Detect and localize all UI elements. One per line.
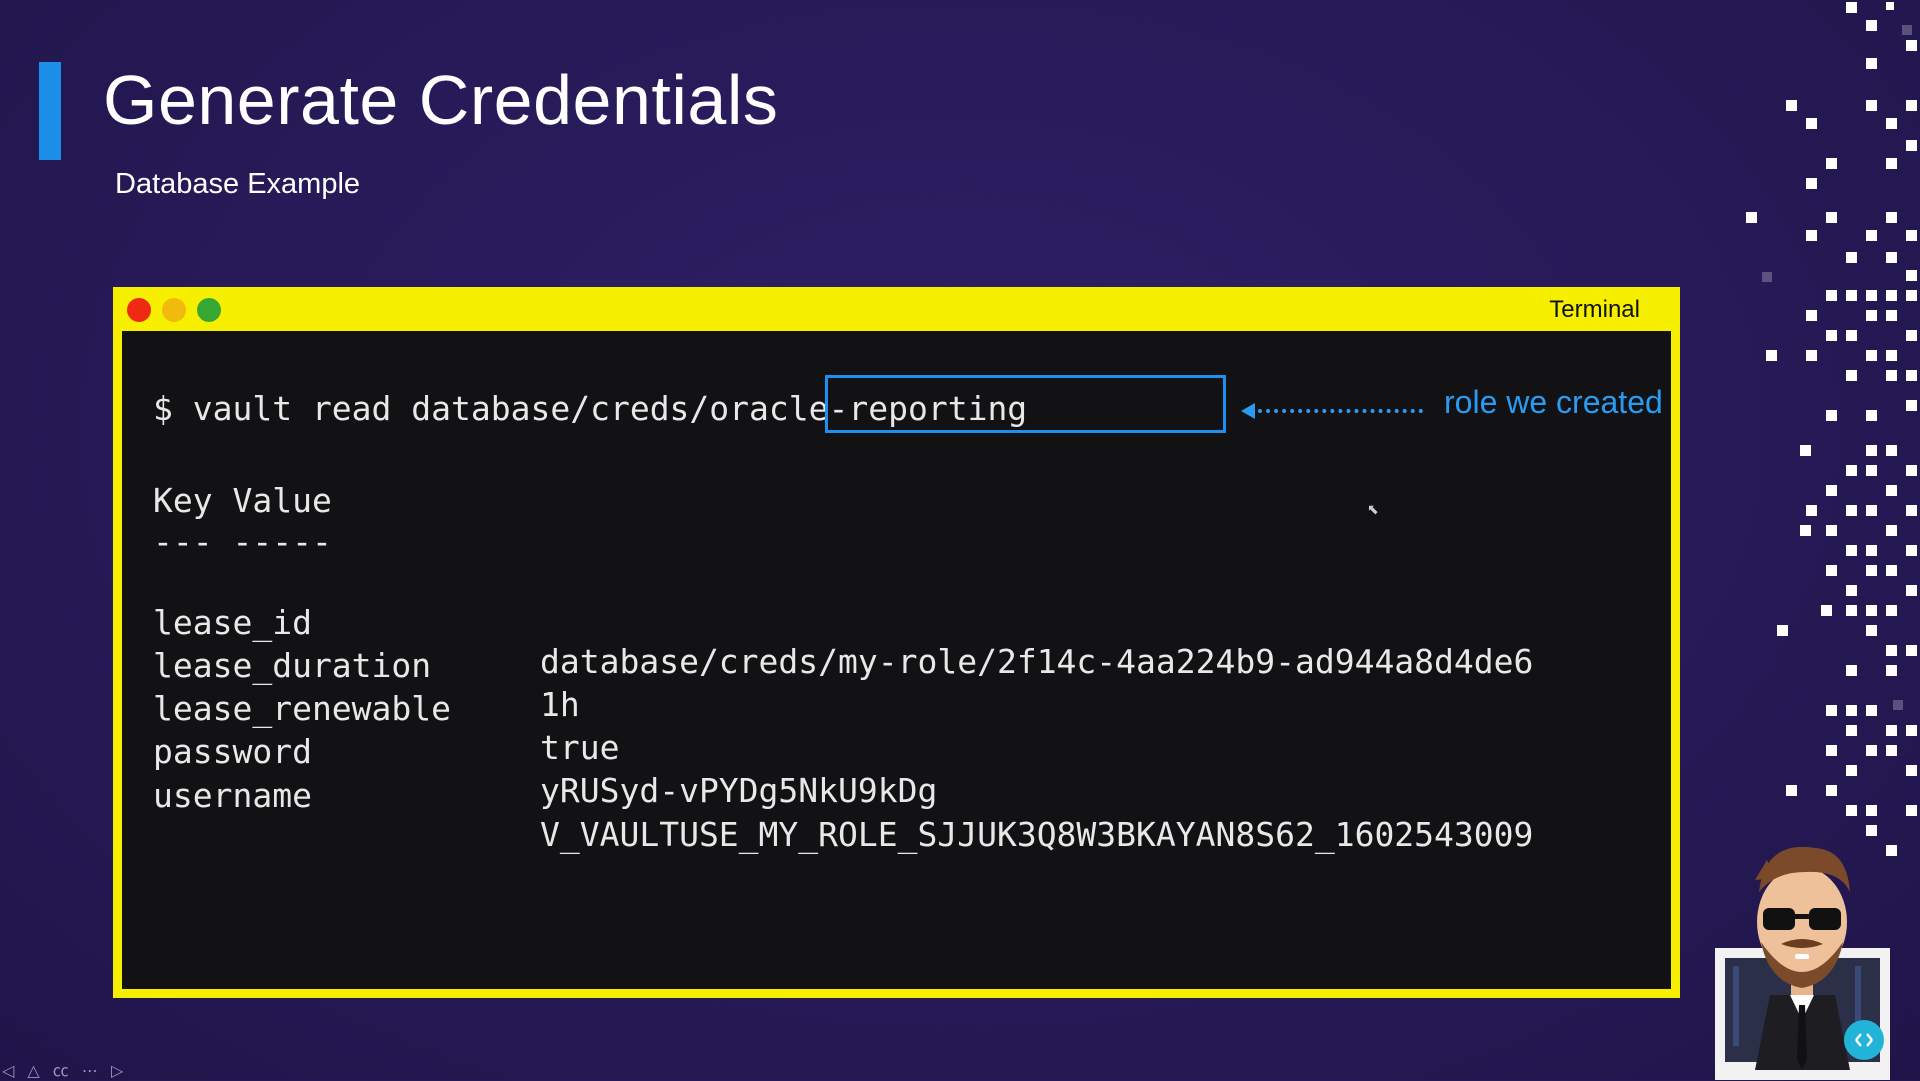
arrow-left-icon xyxy=(1241,403,1255,419)
terminal-body[interactable]: $ vault read database/creds/oracle-repor… xyxy=(122,331,1671,989)
kv-header: Key Value xyxy=(153,481,332,520)
kv-value: V_VAULTUSE_MY_ROLE_SJJUK3Q8W3BKAYAN8S62_… xyxy=(540,815,1534,854)
close-dot-icon[interactable] xyxy=(127,298,151,322)
terminal-title: Terminal xyxy=(1549,296,1640,323)
kv-value: database/creds/my-role/2f14c-4aa224b9-ad… xyxy=(540,642,1534,681)
page-title: Generate Credentials xyxy=(103,61,779,139)
kv-key: username xyxy=(153,776,312,815)
command-prefix: $ vault read database/creds/ xyxy=(153,389,710,428)
kv-value: true xyxy=(540,728,620,767)
presenter-avatar xyxy=(1715,846,1890,1080)
annotation-dotted-line xyxy=(1258,409,1423,413)
annotation-label: role we created xyxy=(1444,384,1663,420)
role-highlight-box xyxy=(825,375,1226,433)
player-controls[interactable]: ◁ △ ㏄ ⋯ ▷ xyxy=(2,1057,127,1081)
terminal-window: Terminal $ vault read database/creds/ora… xyxy=(113,287,1680,998)
terminal-title-bar: Terminal xyxy=(113,287,1680,329)
maximize-dot-icon[interactable] xyxy=(197,298,221,322)
kv-row: username V_VAULTUSE_MY_ROLE_SJJUK3Q8W3BK… xyxy=(153,737,1533,893)
kv-value: yRUSyd-vPYDg5NkU9kDg xyxy=(540,771,938,810)
page-subtitle: Database Example xyxy=(115,168,361,200)
minimize-dot-icon[interactable] xyxy=(162,298,186,322)
accent-bar xyxy=(39,62,61,160)
mouse-cursor-icon: ⬉ xyxy=(1367,502,1379,518)
kv-separator: --- ----- xyxy=(153,522,332,561)
kv-value: 1h xyxy=(540,685,580,724)
